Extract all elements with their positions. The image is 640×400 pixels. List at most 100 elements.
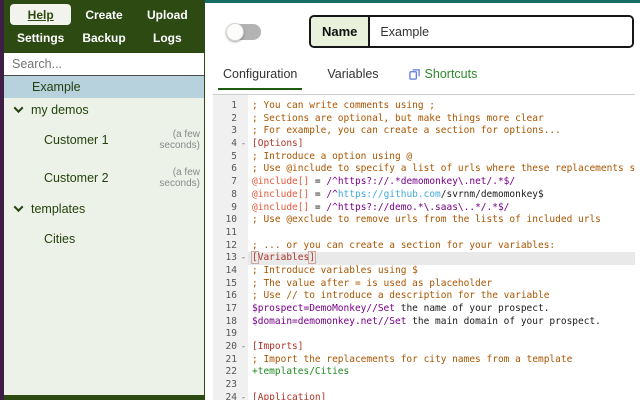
code-token: ; Use @include to specify a list of urls… [252, 163, 635, 175]
fold-marker-icon[interactable]: - [239, 138, 248, 151]
fold-spacer [239, 214, 248, 227]
line-number: 22 [213, 366, 239, 380]
code-text: [Imports] [248, 341, 303, 354]
line-number: 4 [213, 138, 239, 151]
code-text: +templates/Cities [248, 366, 349, 379]
fold-spacer [239, 353, 248, 367]
fold-spacer [239, 201, 248, 215]
code-line: 24- [Application] [213, 391, 635, 400]
fold-marker-icon[interactable]: - [239, 391, 248, 400]
code-line: 6 ; Use @include to specify a list of url… [213, 163, 635, 177]
line-number: 3 [213, 125, 239, 139]
code-line: 21 ; Import the replacements for city nam… [213, 353, 635, 367]
code-line: 18 $domain=demomonkey.net//Set the main d… [213, 315, 635, 329]
code-line: 7 @include[] = /^https?://.*demomonkey\.n… [213, 176, 635, 189]
fold-spacer [239, 290, 248, 303]
code-line: 23 [213, 379, 635, 392]
fold-spacer [239, 379, 248, 392]
chevron-down-icon [13, 103, 24, 114]
code-token: ; You can write comments using ; [252, 100, 436, 111]
line-number: 19 [213, 328, 239, 342]
line-number: 11 [213, 226, 239, 240]
line-number: 20 [213, 341, 239, 354]
code-text: @include[] = /^https://github.com/svrnm/… [248, 189, 544, 202]
code-token: ; For example, you can create a section … [252, 125, 561, 137]
code-token: [Application] [252, 391, 327, 400]
nav-menu: Help Create Upload Settings Backup Logs [4, 0, 204, 53]
fold-marker-icon[interactable]: - [239, 341, 248, 354]
chevron-down-icon [13, 202, 24, 213]
code-line: 3 ; For example, you can create a section… [213, 125, 635, 139]
line-number: 14 [213, 264, 239, 278]
code-token: = [309, 201, 327, 213]
line-number: 8 [213, 188, 239, 202]
line-number: 17 [213, 303, 239, 316]
line-number: 24 [213, 391, 239, 400]
code-token: /^https?://demo.*\.saas\..*/.*$/ [326, 201, 510, 213]
fold-marker-icon[interactable]: - [239, 252, 248, 265]
tree-item-my-demos[interactable]: my demos [4, 98, 204, 121]
nav-button-backup[interactable]: Backup [73, 27, 134, 48]
code-line: 10 ; Use @exclude to remove urls from the… [213, 214, 635, 227]
fold-spacer [239, 163, 248, 177]
tree-item-age: (a few seconds) [159, 166, 200, 190]
code-text: @include[] = /^https?://demo.*\.saas\..*… [248, 202, 509, 215]
code-token: ; Introduce a option using @ [252, 150, 413, 162]
tree-item-example[interactable]: Example [4, 76, 204, 98]
nav-button-create[interactable]: Create [73, 4, 134, 25]
fold-spacer [239, 100, 248, 113]
code-token: = [309, 188, 327, 200]
code-line: 17 $prospect=DemoMonkey//Set the name of … [213, 303, 635, 316]
tab-label: Configuration [223, 67, 298, 81]
code-token: ; Use @exclude to remove urls from the l… [252, 214, 601, 226]
tree-item-customer-1[interactable]: Customer 1 (a few seconds) [4, 121, 204, 159]
fold-spacer [239, 366, 248, 380]
tree-item-cities[interactable]: Cities [4, 220, 204, 258]
line-number: 12 [213, 239, 239, 253]
code-token: ; Import the replacements for city names… [252, 353, 573, 365]
nav-button-help[interactable]: Help [10, 4, 72, 25]
header-row: Name [205, 3, 640, 48]
nav-button-logs[interactable]: Logs [137, 27, 198, 48]
code-text: ; You can write comments using ; [248, 100, 435, 113]
code-text: ; Use @include to specify a list of urls… [248, 163, 635, 176]
nav-button-upload[interactable]: Upload [137, 4, 198, 25]
sidebar: HelpCreateUpload SettingsBackupLogs Examp… [0, 0, 205, 400]
search-input[interactable] [4, 53, 204, 76]
fold-spacer [239, 315, 248, 329]
name-field-group: Name [309, 15, 634, 48]
tab-variables[interactable]: Variables [322, 60, 383, 90]
code-text: ; Introduce a option using @ [248, 151, 412, 164]
line-number: 6 [213, 163, 239, 177]
tab-configuration[interactable]: Configuration [218, 60, 303, 90]
code-token: @include[] [252, 188, 310, 200]
code-text: [Options] [248, 138, 303, 151]
tree-item-templates[interactable]: templates [4, 197, 204, 220]
code-line: 11 [213, 226, 635, 240]
code-editor[interactable]: 1 ; You can write comments using ; 2 ; Sect… [213, 94, 635, 400]
shortcuts-icon [408, 68, 420, 80]
code-token: /^https?://.*demomonkey\.net/.*$/ [326, 176, 516, 188]
enable-toggle[interactable] [226, 22, 261, 41]
line-number: 10 [213, 214, 239, 227]
tree-item-age: (a few seconds) [159, 128, 200, 152]
name-input[interactable] [370, 17, 632, 46]
tree-item-customer-2[interactable]: Customer 2 (a few seconds) [4, 159, 204, 197]
line-number: 7 [213, 176, 239, 189]
tree-item-label: my demos [31, 102, 89, 117]
line-number: 21 [213, 353, 239, 367]
line-number: 2 [213, 112, 239, 126]
nav-button-settings[interactable]: Settings [10, 27, 71, 48]
toggle-knob-icon [226, 22, 244, 41]
fold-spacer [239, 303, 248, 316]
code-token: ] [308, 251, 316, 265]
tab-shortcuts[interactable]: Shortcuts [404, 60, 483, 90]
tree-item-label: templates [31, 201, 86, 216]
code-token: the name of your prospect. [395, 303, 550, 314]
fold-spacer [239, 328, 248, 342]
line-number: 15 [213, 277, 239, 291]
code-line: 15 ; The value after = is used as placeho… [213, 277, 635, 291]
code-token: https://github.com [337, 188, 441, 200]
